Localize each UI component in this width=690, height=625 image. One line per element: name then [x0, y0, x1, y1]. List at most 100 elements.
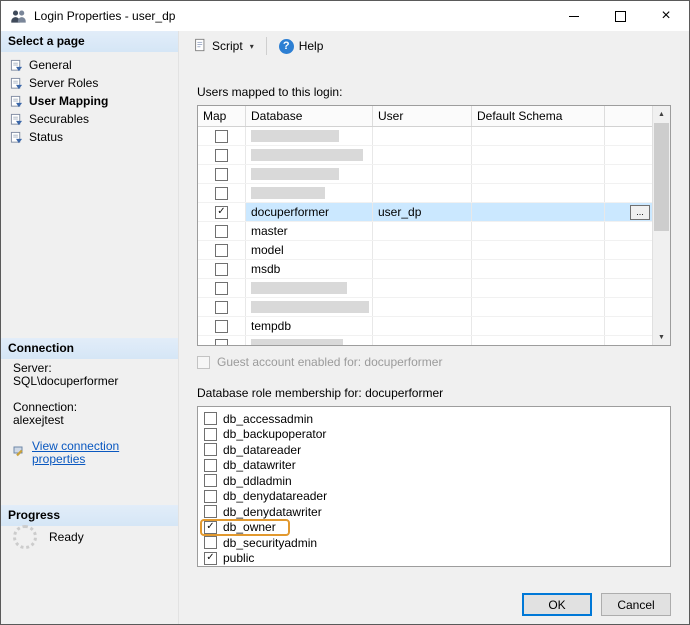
- column-header-user[interactable]: User: [373, 106, 472, 126]
- table-row[interactable]: [198, 165, 653, 184]
- map-checkbox[interactable]: [215, 320, 228, 333]
- role-checkbox[interactable]: ✓: [204, 521, 217, 534]
- role-checkbox[interactable]: ✓: [204, 552, 217, 565]
- map-checkbox[interactable]: [215, 187, 228, 200]
- map-checkbox[interactable]: [215, 149, 228, 162]
- role-checkbox[interactable]: [204, 490, 217, 503]
- default-schema-cell: [472, 222, 605, 240]
- role-item-public[interactable]: ✓public: [204, 551, 670, 567]
- map-checkbox[interactable]: [215, 282, 228, 295]
- role-item-db_owner[interactable]: ✓db_owner: [204, 520, 670, 536]
- connection-value: alexejtest: [13, 414, 174, 427]
- role-checkbox[interactable]: [204, 505, 217, 518]
- default-schema-cell: [472, 184, 605, 202]
- role-item-db_datareader[interactable]: db_datareader: [204, 442, 670, 458]
- database-cell: [246, 298, 373, 316]
- sidebar-item-user-mapping[interactable]: User Mapping: [5, 92, 178, 110]
- minimize-button[interactable]: [551, 1, 597, 31]
- column-header-map[interactable]: Map: [198, 106, 246, 126]
- map-checkbox[interactable]: [215, 339, 228, 346]
- table-row[interactable]: [198, 146, 653, 165]
- map-checkbox[interactable]: [215, 301, 228, 314]
- role-label: db_denydatareader: [223, 489, 327, 503]
- role-checkbox[interactable]: [204, 428, 217, 441]
- default-schema-cell: [472, 165, 605, 183]
- redacted-text: [251, 301, 369, 313]
- users-mapped-label: Users mapped to this login:: [197, 85, 671, 100]
- window-controls: ×: [551, 1, 689, 31]
- ok-button[interactable]: OK: [522, 593, 592, 616]
- role-checkbox[interactable]: [204, 443, 217, 456]
- table-scrollbar[interactable]: ▲ ▼: [652, 106, 670, 345]
- table-row[interactable]: master: [198, 222, 653, 241]
- table-row[interactable]: ✓docuperformeruser_dp...: [198, 203, 653, 222]
- role-item-db_denydatareader[interactable]: db_denydatareader: [204, 489, 670, 505]
- user-cell: [373, 165, 472, 183]
- user-mapping-table: MapDatabaseUserDefault Schema ✓docuperfo…: [197, 105, 671, 346]
- sidebar-item-label: General: [29, 58, 72, 72]
- role-item-db_datawriter[interactable]: db_datawriter: [204, 458, 670, 474]
- sidebar-item-status[interactable]: Status: [5, 128, 178, 146]
- table-row[interactable]: [198, 279, 653, 298]
- view-connection-properties-link[interactable]: View connection properties: [32, 440, 174, 466]
- scroll-down-button[interactable]: ▼: [653, 329, 670, 345]
- scroll-up-button[interactable]: ▲: [653, 106, 670, 122]
- role-checkbox[interactable]: [204, 474, 217, 487]
- map-checkbox[interactable]: [215, 263, 228, 276]
- sidebar-item-server-roles[interactable]: Server Roles: [5, 74, 178, 92]
- map-checkbox[interactable]: [215, 244, 228, 257]
- row-filler-cell: [605, 336, 653, 345]
- table-row[interactable]: msdb: [198, 260, 653, 279]
- database-cell: [246, 146, 373, 164]
- role-item-db_backupoperator[interactable]: db_backupoperator: [204, 427, 670, 443]
- table-row[interactable]: model: [198, 241, 653, 260]
- table-row[interactable]: [198, 184, 653, 203]
- table-row[interactable]: [198, 336, 653, 345]
- close-button[interactable]: ×: [643, 1, 689, 31]
- column-header-default-schema[interactable]: Default Schema: [472, 106, 605, 126]
- browse-schema-button[interactable]: ...: [630, 205, 650, 220]
- table-row[interactable]: [198, 127, 653, 146]
- page-icon: [10, 59, 23, 72]
- row-filler-cell: [605, 222, 653, 240]
- user-cell: [373, 317, 472, 335]
- page-icon: [10, 131, 23, 144]
- sidebar-item-label: Status: [29, 130, 63, 144]
- map-checkbox[interactable]: [215, 130, 228, 143]
- sidebar-item-securables[interactable]: Securables: [5, 110, 178, 128]
- map-checkbox[interactable]: [215, 168, 228, 181]
- maximize-button[interactable]: [597, 1, 643, 31]
- map-cell: [198, 317, 246, 335]
- cancel-button[interactable]: Cancel: [601, 593, 671, 616]
- map-cell: [198, 146, 246, 164]
- role-item-db_securityadmin[interactable]: db_securityadmin: [204, 535, 670, 551]
- table-row[interactable]: tempdb: [198, 317, 653, 336]
- role-item-db_denydatawriter[interactable]: db_denydatawriter: [204, 504, 670, 520]
- guest-account-checkbox: [197, 356, 210, 369]
- progress-header: Progress: [1, 505, 178, 526]
- column-header-database[interactable]: Database: [246, 106, 373, 126]
- connection-header: Connection: [1, 338, 178, 359]
- row-filler-cell: [605, 165, 653, 183]
- role-item-db_ddladmin[interactable]: db_ddladmin: [204, 473, 670, 489]
- help-button[interactable]: ? Help: [273, 36, 330, 57]
- script-button[interactable]: Script ▾: [187, 35, 260, 58]
- row-filler-cell: [605, 317, 653, 335]
- role-checkbox[interactable]: [204, 536, 217, 549]
- map-checkbox[interactable]: ✓: [215, 206, 228, 219]
- user-cell: [373, 222, 472, 240]
- row-filler-cell: [605, 184, 653, 202]
- role-checkbox[interactable]: [204, 412, 217, 425]
- row-filler-cell: [605, 298, 653, 316]
- scroll-thumb[interactable]: [654, 123, 669, 231]
- row-filler-cell: [605, 260, 653, 278]
- sidebar-item-general[interactable]: General: [5, 56, 178, 74]
- toolbar: Script ▾ ? Help: [179, 31, 689, 61]
- script-icon: [193, 38, 207, 55]
- row-filler-cell: [605, 279, 653, 297]
- role-item-db_accessadmin[interactable]: db_accessadmin: [204, 411, 670, 427]
- sidebar-item-label: Server Roles: [29, 76, 98, 90]
- table-row[interactable]: [198, 298, 653, 317]
- map-checkbox[interactable]: [215, 225, 228, 238]
- role-checkbox[interactable]: [204, 459, 217, 472]
